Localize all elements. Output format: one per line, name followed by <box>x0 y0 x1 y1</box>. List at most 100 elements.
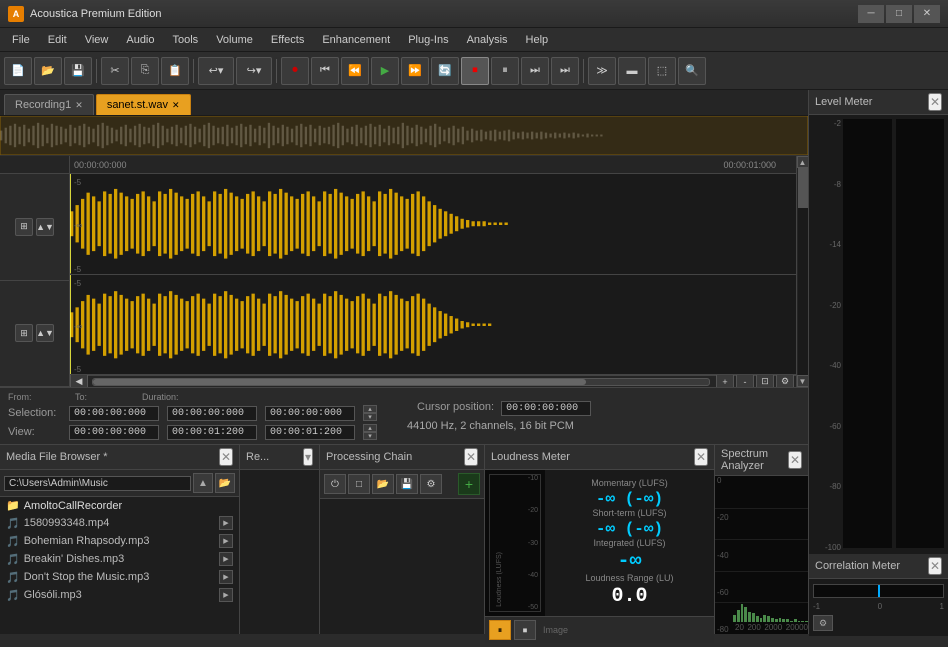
scrollbar-thumb[interactable] <box>93 379 586 385</box>
pc-settings-button[interactable]: ⚙ <box>420 474 442 494</box>
tb-undo-button[interactable]: ↩▾ <box>198 57 234 85</box>
track2-icon1[interactable]: ⊞ <box>15 324 33 342</box>
media-browser-close[interactable]: ✕ <box>219 448 233 466</box>
correlation-settings-button[interactable]: ⚙ <box>813 615 833 631</box>
tb-copy-button[interactable]: ⎘ <box>131 57 159 85</box>
tb-loop-button[interactable]: 🔄 <box>431 57 459 85</box>
view-next-button[interactable]: ▾ <box>363 432 377 440</box>
spectrum-analyzer-close[interactable]: ✕ <box>788 451 802 469</box>
pc-new-button[interactable]: □ <box>348 474 370 494</box>
integrated-value: -∞ <box>553 550 706 573</box>
vscroll-thumb[interactable] <box>798 168 808 208</box>
horizontal-scrollbar[interactable]: ◀ + - ⊡ ⚙ <box>70 375 796 387</box>
media-browser-up-button[interactable]: ▲ <box>193 473 213 493</box>
menu-help[interactable]: Help <box>518 32 557 48</box>
menu-tools[interactable]: Tools <box>165 32 207 48</box>
menu-file[interactable]: File <box>4 32 38 48</box>
menu-enhancement[interactable]: Enhancement <box>314 32 398 48</box>
file-play-button[interactable]: ▶ <box>219 516 233 530</box>
vscroll-down-button[interactable]: ▼ <box>797 375 809 387</box>
menu-analysis[interactable]: Analysis <box>459 32 516 48</box>
tb-fast-forward-button[interactable]: ⏩ <box>401 57 429 85</box>
file-play-button[interactable]: ▶ <box>219 552 233 566</box>
pc-save-button[interactable]: 💾 <box>396 474 418 494</box>
tb-pause-button[interactable]: ⏸ <box>491 57 519 85</box>
minimize-button[interactable]: ─ <box>858 5 884 23</box>
tb-stop-button[interactable]: ⏹ <box>461 57 489 85</box>
tb-next-button[interactable]: ⏭ <box>551 57 579 85</box>
menu-effects[interactable]: Effects <box>263 32 312 48</box>
tb-cut-button[interactable]: ✂ <box>101 57 129 85</box>
close-button[interactable]: ✕ <box>914 5 940 23</box>
selection-to-input[interactable] <box>167 406 257 421</box>
pc-open-button[interactable]: 📂 <box>372 474 394 494</box>
selection-next-button[interactable]: ▾ <box>363 413 377 421</box>
overview-waveform[interactable] <box>0 116 808 156</box>
selection-from-input[interactable] <box>69 406 159 421</box>
sa-bar <box>763 615 766 622</box>
list-item[interactable]: 🎵 1580993348.mp4 ▶ <box>0 514 239 532</box>
tb-record-button[interactable]: ⏺ <box>281 57 309 85</box>
pc-add-button[interactable]: + <box>458 473 480 495</box>
file-play-button[interactable]: ▶ <box>219 570 233 584</box>
processing-chain-close[interactable]: ✕ <box>464 448 478 466</box>
menu-volume[interactable]: Volume <box>208 32 261 48</box>
tb-new-button[interactable]: 📄 <box>4 57 32 85</box>
view-duration-input[interactable] <box>265 425 355 440</box>
file-play-button[interactable]: ▶ <box>219 588 233 602</box>
level-meter-close[interactable]: ✕ <box>928 93 942 111</box>
track2-waveform[interactable]: -5 -∞ -5 <box>70 275 796 376</box>
track1-waveform[interactable]: -5 -∞ -5 <box>70 174 796 275</box>
vertical-scrollbar[interactable]: ▲ ▼ <box>796 156 808 387</box>
file-play-button[interactable]: ▶ <box>219 534 233 548</box>
tb-open-button[interactable]: 📂 <box>34 57 62 85</box>
tb-zoom-button[interactable]: 🔍 <box>678 57 706 85</box>
tab-sanet[interactable]: sanet.st.wav ✕ <box>96 94 191 115</box>
vscroll-track[interactable] <box>798 168 808 375</box>
tb-view1-button[interactable]: ≫ <box>588 57 616 85</box>
loudness-meter-close[interactable]: ✕ <box>694 448 708 466</box>
list-item[interactable]: 🎵 Breakin' Dishes.mp3 ▶ <box>0 550 239 568</box>
list-item[interactable]: 🎵 Don't Stop the Music.mp3 ▶ <box>0 568 239 586</box>
view-prev-button[interactable]: ▴ <box>363 424 377 432</box>
loudness-play-button[interactable]: ⏸ <box>489 620 511 640</box>
selection-prev-button[interactable]: ▴ <box>363 405 377 413</box>
menu-edit[interactable]: Edit <box>40 32 75 48</box>
track2-icon2[interactable]: ▲▼ <box>36 324 54 342</box>
tb-skip-start-button[interactable]: ⏮ <box>311 57 339 85</box>
pc-power-button[interactable]: ⏻ <box>324 474 346 494</box>
tb-skip-end-button[interactable]: ⏭ <box>521 57 549 85</box>
tb-redo-button[interactable]: ↪▾ <box>236 57 272 85</box>
tb-paste-button[interactable]: 📋 <box>161 57 189 85</box>
tb-save-button[interactable]: 💾 <box>64 57 92 85</box>
cursor-position-input[interactable] <box>501 401 591 416</box>
vscroll-up-button[interactable]: ▲ <box>797 156 809 168</box>
list-item[interactable]: 🎵 Bohemian Rhapsody.mp3 ▶ <box>0 532 239 550</box>
selection-duration-input[interactable] <box>265 406 355 421</box>
track2-controls: ⊞ ▲▼ <box>0 281 69 388</box>
menu-view[interactable]: View <box>77 32 117 48</box>
tab-sanet-close[interactable]: ✕ <box>172 100 180 111</box>
maximize-button[interactable]: □ <box>886 5 912 23</box>
selection-header-row: From: To: Duration: <box>8 392 377 402</box>
list-item[interactable]: 📁 AmoltoCallRecorder <box>0 497 239 514</box>
menu-plugins[interactable]: Plug-Ins <box>400 32 456 48</box>
media-browser-open-button[interactable]: 📂 <box>215 473 235 493</box>
list-item[interactable]: 🎵 Glósóli.mp3 ▶ <box>0 586 239 604</box>
media-browser-path[interactable] <box>4 476 191 491</box>
scrollbar-track[interactable] <box>92 378 710 386</box>
view-to-input[interactable] <box>167 425 257 440</box>
track1-icon1[interactable]: ⊞ <box>15 218 33 236</box>
correlation-meter-close[interactable]: ✕ <box>928 557 942 575</box>
track1-icon2[interactable]: ▲▼ <box>36 218 54 236</box>
tab-recording1-close[interactable]: ✕ <box>75 100 83 111</box>
tb-view2-button[interactable]: ▬ <box>618 57 646 85</box>
tb-play-button[interactable]: ▶ <box>371 57 399 85</box>
tab-recording1[interactable]: Recording1 ✕ <box>4 94 94 115</box>
menu-audio[interactable]: Audio <box>118 32 162 48</box>
recordings-close[interactable]: ▾ <box>303 448 313 466</box>
tb-view3-button[interactable]: ⬚ <box>648 57 676 85</box>
loudness-stop-button[interactable]: ⏹ <box>514 620 536 640</box>
tb-rewind-button[interactable]: ⏪ <box>341 57 369 85</box>
view-from-input[interactable] <box>69 425 159 440</box>
